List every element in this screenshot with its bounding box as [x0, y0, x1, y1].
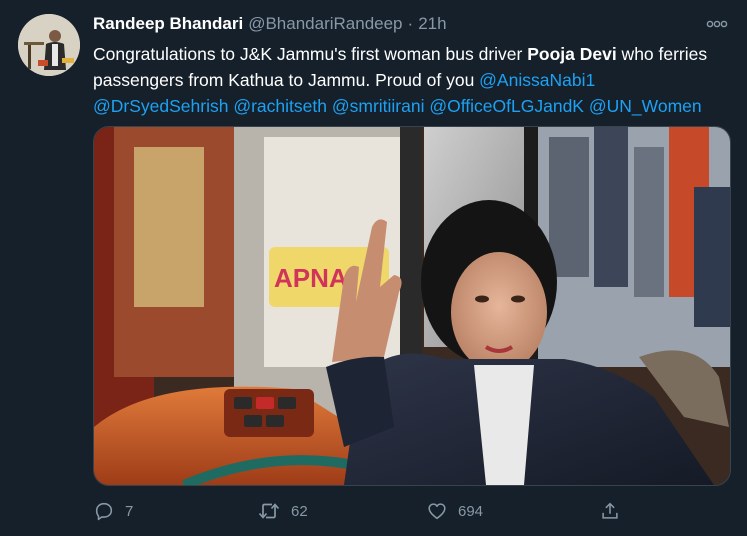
like-icon	[428, 503, 446, 520]
tweet-timestamp[interactable]: 21h	[418, 14, 446, 34]
reply-count: 7	[125, 502, 134, 520]
avatar[interactable]	[18, 14, 80, 76]
header-separator: ·	[407, 14, 414, 33]
more-options-button[interactable]	[703, 12, 731, 36]
retweet-icon	[258, 503, 280, 519]
sign-text: APNA	[274, 263, 348, 293]
tweet-actions: 7 62 694	[93, 496, 723, 526]
mention-link[interactable]: @UN_Women	[589, 96, 702, 116]
like-count: 694	[458, 502, 484, 520]
tweet-card[interactable]: Randeep Bhandari @BhandariRandeep · 21h …	[0, 0, 747, 536]
share-button[interactable]	[599, 496, 621, 526]
mention-link[interactable]: @DrSyedSehrish	[93, 96, 228, 116]
retweet-button[interactable]: 62	[257, 496, 308, 526]
more-icon	[706, 20, 728, 28]
reply-icon	[95, 502, 113, 521]
author-handle[interactable]: @BhandariRandeep	[248, 14, 402, 34]
mention-link[interactable]: @OfficeOfLGJandK	[429, 96, 584, 116]
reply-button[interactable]: 7	[93, 496, 133, 526]
tweet-header: Randeep Bhandari @BhandariRandeep · 21h	[93, 14, 447, 38]
author-display-name[interactable]: Randeep Bhandari	[93, 14, 243, 34]
tweet-text-bold-name: Pooja Devi	[527, 44, 617, 64]
mention-link[interactable]: @smritiirani	[332, 96, 425, 116]
tweet-text: Congratulations to J&K Jammu's first wom…	[93, 41, 733, 119]
share-icon	[602, 502, 618, 519]
tweet-text-part-1: Congratulations to J&K Jammu's first wom…	[93, 44, 528, 64]
mention-link[interactable]: @AnissaNabi1	[479, 70, 595, 90]
retweet-count: 62	[291, 502, 308, 520]
tweet-photo[interactable]: APNA	[93, 126, 731, 486]
like-button[interactable]: 694	[426, 496, 483, 526]
mention-link[interactable]: @rachitseth	[233, 96, 327, 116]
